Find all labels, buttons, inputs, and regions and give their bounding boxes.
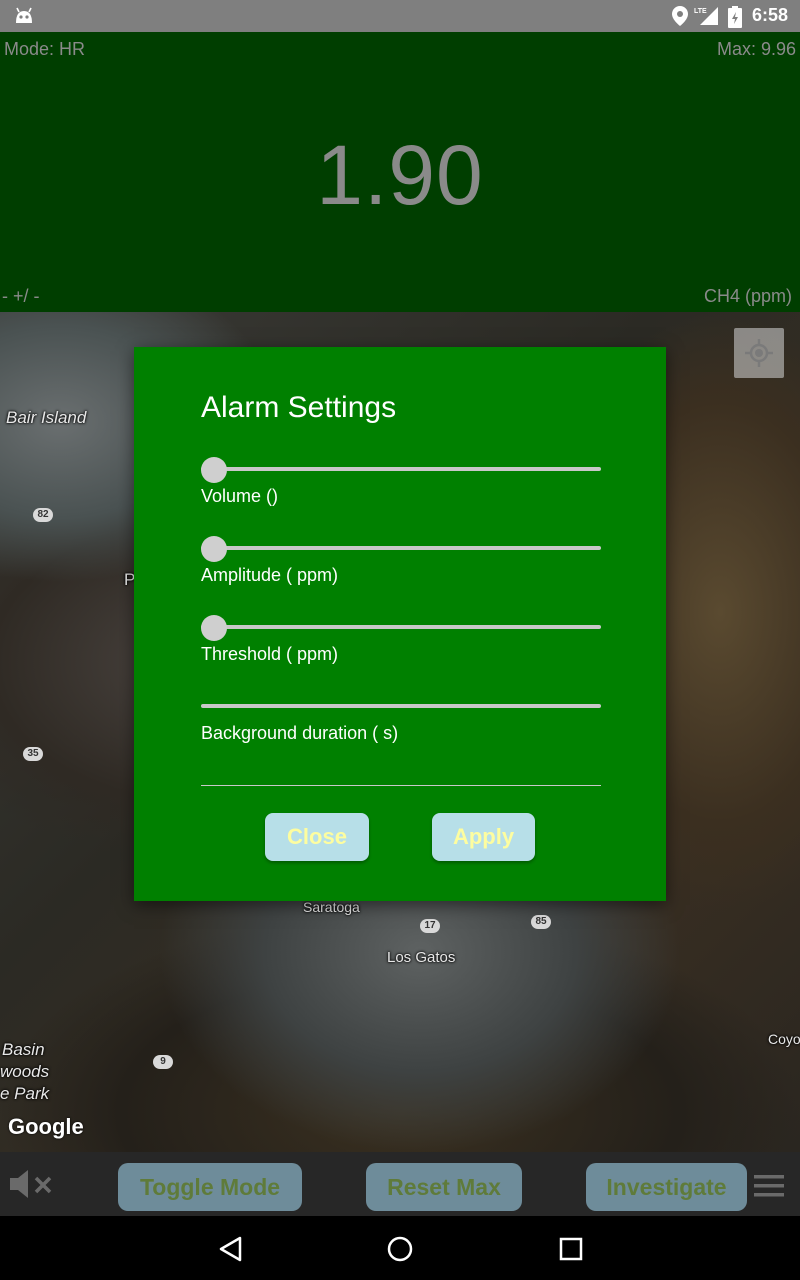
- reading-panel: Mode: HR Max: 9.96 1.90 - +/ - CH4 (ppm): [0, 32, 800, 312]
- map-label-coyo: Coyo: [768, 1031, 800, 1047]
- background-duration-label: Background duration ( s): [201, 723, 399, 743]
- apply-button[interactable]: Apply: [432, 813, 535, 861]
- dialog-title: Alarm Settings: [201, 391, 397, 424]
- menu-icon[interactable]: [754, 1174, 784, 1198]
- signal-icon: LTE: [694, 7, 718, 25]
- my-location-button[interactable]: [734, 328, 784, 378]
- map-label-los-gatos: Los Gatos: [387, 949, 456, 966]
- threshold-label: Threshold ( ppm): [201, 644, 339, 664]
- recents-icon[interactable]: [559, 1237, 583, 1261]
- home-icon[interactable]: [387, 1236, 413, 1262]
- alarm-settings-dialog: Alarm Settings Volume () Amplitude ( ppm…: [134, 347, 666, 901]
- route-shield: 35: [23, 747, 43, 761]
- map-label-bair-island: Bair Island: [6, 408, 87, 427]
- android-icon: [16, 7, 32, 23]
- current-reading: 1.90: [316, 128, 484, 222]
- toggle-mode-button[interactable]: Toggle Mode: [118, 1163, 302, 1211]
- location-icon: [672, 6, 688, 26]
- volume-slider[interactable]: [201, 457, 601, 483]
- mute-icon[interactable]: [8, 1168, 54, 1200]
- reset-max-button[interactable]: Reset Max: [366, 1163, 522, 1211]
- route-shield: 85: [531, 915, 551, 929]
- battery-icon: [728, 6, 742, 28]
- slider-track: [201, 546, 601, 550]
- back-icon[interactable]: [218, 1236, 244, 1262]
- navigation-bar: [0, 1216, 800, 1280]
- map-label-park: e Park: [0, 1084, 50, 1103]
- map-label-woods: woods: [0, 1062, 50, 1081]
- max-label: Max: 9.96: [716, 39, 796, 59]
- slider-thumb[interactable]: [201, 536, 227, 562]
- background-slider[interactable]: [201, 694, 601, 718]
- amplitude-label: Amplitude ( ppm): [201, 565, 339, 585]
- slider-thumb[interactable]: [201, 457, 227, 483]
- map-label-basin: Basin: [2, 1040, 45, 1059]
- my-location-icon: [745, 339, 773, 367]
- unit-label: CH4 (ppm): [703, 286, 792, 306]
- close-button[interactable]: Close: [265, 813, 369, 861]
- status-bar: LTE 6:58: [0, 0, 800, 32]
- slider-track: [201, 625, 601, 629]
- amplitude-slider[interactable]: [201, 536, 601, 562]
- slider-thumb[interactable]: [201, 615, 227, 641]
- route-shield: 17: [420, 919, 440, 933]
- background-duration-input[interactable]: [201, 785, 601, 786]
- investigate-button[interactable]: Investigate: [586, 1163, 747, 1211]
- mode-label: Mode: HR: [4, 39, 86, 59]
- slider-track: [201, 467, 601, 471]
- threshold-slider[interactable]: [201, 615, 601, 641]
- google-logo: Google: [8, 1114, 84, 1139]
- plus-minus-label: - +/ -: [2, 286, 40, 306]
- network-label: LTE: [694, 8, 707, 15]
- clock: 6:58: [751, 5, 788, 25]
- route-shield: 82: [33, 508, 53, 522]
- map-label-saratoga: Saratoga: [303, 899, 360, 915]
- route-shield: 9: [153, 1055, 173, 1069]
- slider-track: [201, 704, 601, 708]
- bottom-toolbar: Toggle Mode Reset Max Investigate: [0, 1152, 800, 1216]
- volume-label: Volume (): [201, 486, 279, 506]
